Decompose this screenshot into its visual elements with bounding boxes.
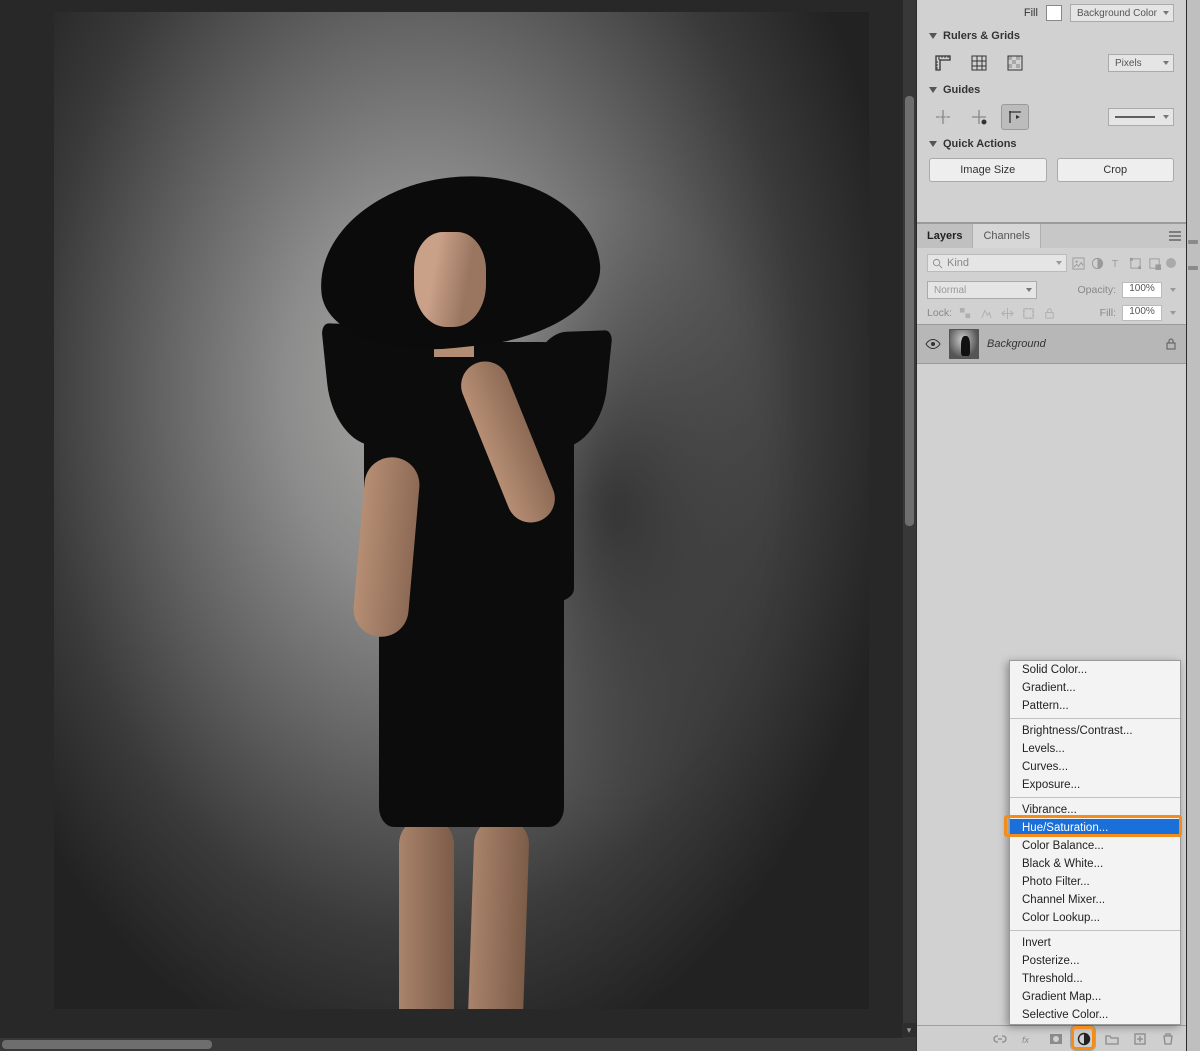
adj-menu-item[interactable]: Gradient Map... [1010,988,1180,1006]
guides-title: Guides [943,84,980,96]
adj-menu-item[interactable]: Vibrance... [1010,801,1180,819]
quick-actions-header[interactable]: Quick Actions [917,134,1186,154]
adj-menu-item[interactable]: Selective Color... [1010,1006,1180,1024]
layer-name[interactable]: Background [987,338,1156,350]
fill-opacity-label: Fill: [1100,307,1116,319]
layer-thumbnail[interactable] [949,329,979,359]
horizontal-scrollbar[interactable] [0,1038,916,1051]
link-layers-icon[interactable] [992,1031,1008,1047]
rulers-grids-header[interactable]: Rulers & Grids [917,26,1186,46]
tab-layers[interactable]: Layers [917,224,973,248]
delete-layer-icon[interactable] [1160,1031,1176,1047]
transparency-grid-button[interactable] [1001,50,1029,76]
adj-menu-item[interactable]: Curves... [1010,758,1180,776]
scroll-corner: ▾ [902,1023,916,1037]
properties-panel: Fill Background Color Rulers & Grids Pix… [917,0,1186,223]
layer-mask-icon[interactable] [1048,1031,1064,1047]
menu-separator [1010,930,1180,931]
opacity-label: Opacity: [1077,284,1116,296]
opacity-field[interactable]: 100% [1122,282,1162,298]
visibility-icon[interactable] [925,336,941,352]
rulers-grids-title: Rulers & Grids [943,30,1020,42]
adj-menu-item[interactable]: Posterize... [1010,952,1180,970]
filter-type-icon[interactable]: T [1109,256,1124,271]
layer-style-icon[interactable]: fx [1020,1031,1036,1047]
fill-opacity-field[interactable]: 100% [1122,305,1162,321]
layer-kind-dropdown[interactable]: Kind [927,254,1067,272]
filter-pixel-icon[interactable] [1071,256,1086,271]
adj-menu-item[interactable]: Invert [1010,934,1180,952]
filter-smartobject-icon[interactable] [1147,256,1162,271]
guides-header[interactable]: Guides [917,80,1186,100]
filter-shape-icon[interactable] [1128,256,1143,271]
fill-label: Fill [1024,7,1038,19]
kind-label: Kind [947,257,969,269]
adj-menu-item[interactable]: Brightness/Contrast... [1010,722,1180,740]
lock-label: Lock: [927,307,952,319]
adj-menu-item[interactable]: Solid Color... [1010,661,1180,679]
adj-menu-item[interactable]: Black & White... [1010,855,1180,873]
blend-mode-dropdown[interactable]: Normal [927,281,1037,299]
quick-actions-title: Quick Actions [943,138,1017,150]
chevron-down-icon [929,141,937,147]
layer-filter-row: Kind T [917,248,1186,278]
filter-toggle[interactable] [1166,258,1176,268]
layers-tabs: Layers Channels [917,223,1186,248]
lock-icon[interactable] [1164,337,1178,351]
canvas-area: ▾ [0,0,916,1051]
lock-all-icon[interactable] [1042,306,1057,321]
menu-separator [1010,718,1180,719]
fill-swatch[interactable] [1046,5,1062,21]
ruler-units-dropdown[interactable]: Pixels [1108,54,1174,72]
adj-menu-item[interactable]: Photo Filter... [1010,873,1180,891]
vertical-scrollbar[interactable] [903,0,916,1038]
adj-menu-item[interactable]: Color Balance... [1010,837,1180,855]
fill-type-dropdown[interactable]: Background Color [1070,4,1174,22]
lock-transparency-icon[interactable] [958,306,973,321]
canvas-viewport[interactable] [0,0,916,1038]
guides-visibility-button[interactable] [929,104,957,130]
adj-menu-item[interactable]: Gradient... [1010,679,1180,697]
panel-edge-strip[interactable] [1186,0,1200,1051]
search-icon [932,258,943,269]
lock-artboard-icon[interactable] [1021,306,1036,321]
adj-menu-item[interactable]: Exposure... [1010,776,1180,794]
adj-menu-item[interactable]: Pattern... [1010,697,1180,715]
adj-menu-item[interactable]: Threshold... [1010,970,1180,988]
panel-menu-icon[interactable] [1164,224,1186,248]
rulers-toggle-button[interactable] [929,50,957,76]
new-layer-icon[interactable] [1132,1031,1148,1047]
lock-image-icon[interactable] [979,306,994,321]
chevron-down-icon [929,33,937,39]
guide-style-dropdown[interactable] [1108,108,1174,126]
adj-menu-item[interactable]: Channel Mixer... [1010,891,1180,909]
smart-guides-button[interactable] [1001,104,1029,130]
adjustment-layer-menu: Solid Color...Gradient...Pattern... Brigh… [1009,660,1181,1025]
crop-button[interactable]: Crop [1057,158,1175,182]
guides-lock-button[interactable] [965,104,993,130]
menu-separator [1010,797,1180,798]
document-image[interactable] [54,12,869,1009]
adj-menu-item[interactable]: Levels... [1010,740,1180,758]
svg-text:fx: fx [1022,1035,1030,1045]
lock-position-icon[interactable] [1000,306,1015,321]
filter-adjustment-icon[interactable] [1090,256,1105,271]
layers-footer: fx [917,1025,1186,1051]
tab-channels[interactable]: Channels [973,224,1040,248]
chevron-down-icon [929,87,937,93]
layer-background[interactable]: Background [917,324,1186,364]
image-size-button[interactable]: Image Size [929,158,1047,182]
adjustment-layer-icon[interactable] [1076,1031,1092,1047]
svg-text:T: T [1112,259,1118,270]
group-icon[interactable] [1104,1031,1120,1047]
adj-menu-item[interactable]: Color Lookup... [1010,909,1180,927]
grid-toggle-button[interactable] [965,50,993,76]
adj-menu-item[interactable]: Hue/Saturation... [1010,819,1180,837]
